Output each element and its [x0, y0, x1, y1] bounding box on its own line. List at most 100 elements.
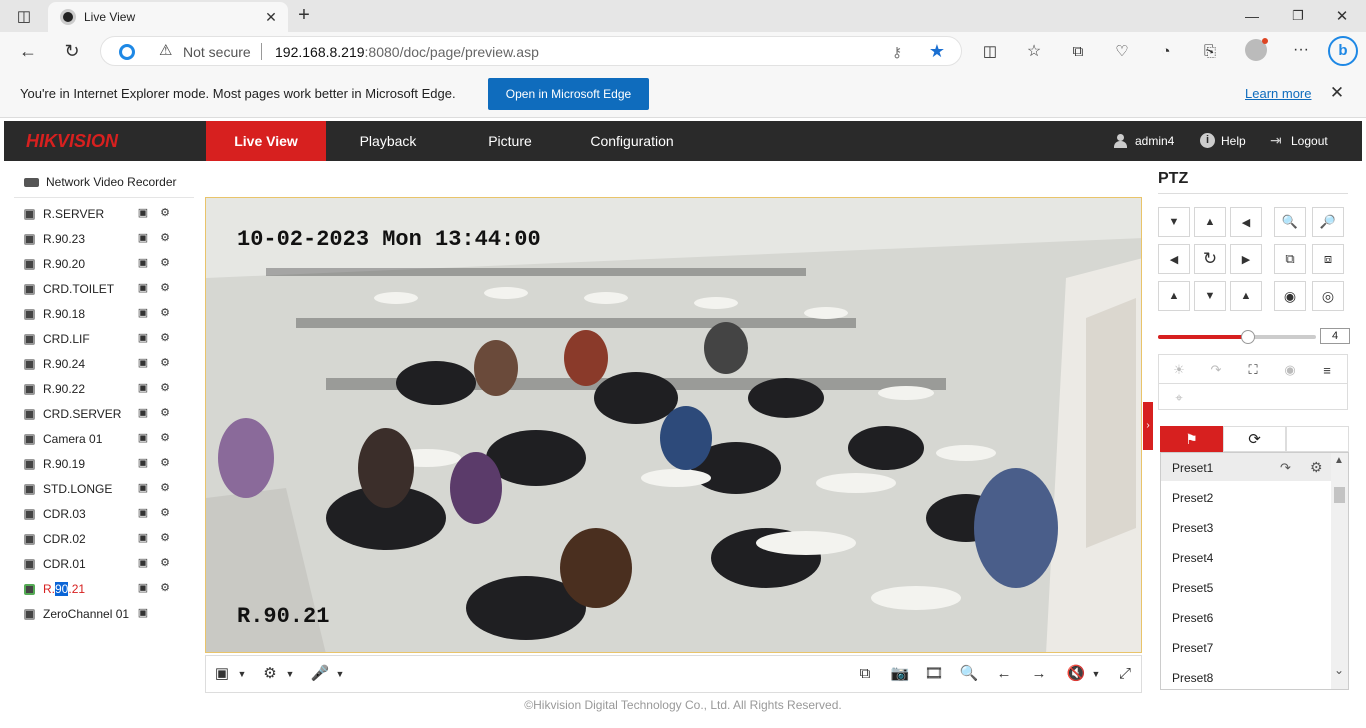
more-menu-icon[interactable]: ··· — [1290, 40, 1312, 60]
camera-item[interactable]: CDR.01 ▣ ⚙ — [24, 554, 170, 574]
preset-item[interactable]: Preset6 — [1172, 611, 1213, 625]
record-icon[interactable]: ▣ — [136, 506, 150, 520]
record-icon[interactable]: ▣ — [136, 431, 150, 445]
restore-icon[interactable]: ❐ — [1286, 6, 1310, 26]
camera-item[interactable]: R.90.18 ▣ ⚙ — [24, 304, 170, 324]
camera-item[interactable]: R.SERVER ▣ ⚙ — [24, 204, 170, 224]
tab-pattern[interactable] — [1286, 426, 1349, 452]
browser-tab[interactable]: Live View ✕ — [48, 2, 288, 32]
browser-essentials-icon[interactable]: ♡ — [1112, 41, 1132, 61]
focus-far-icon[interactable]: ⧈ — [1312, 244, 1344, 274]
expand-ptz-handle[interactable]: › — [1143, 402, 1153, 450]
pan-up-button[interactable]: ▲ — [1194, 207, 1226, 237]
stream-settings-icon[interactable]: ⚙ — [158, 406, 172, 420]
ptz-speed-slider[interactable] — [1158, 330, 1316, 344]
camera-item[interactable]: Camera 01 ▣ ⚙ — [24, 429, 170, 449]
record-icon[interactable]: ▣ — [136, 331, 150, 345]
manual-tracking-icon[interactable]: ⌖ — [1170, 389, 1188, 407]
stream-settings-icon[interactable]: ⚙ — [158, 206, 172, 220]
learn-more-link[interactable]: Learn more — [1245, 86, 1311, 101]
share-icon[interactable]: ⎘ — [1200, 41, 1220, 61]
record-icon[interactable]: ▣ — [136, 306, 150, 320]
camera-item[interactable]: CRD.LIF ▣ ⚙ — [24, 329, 170, 349]
chevron-down-icon[interactable]: ▼ — [330, 664, 350, 684]
pan-up-right-button[interactable]: ◀ — [1230, 207, 1262, 237]
preset-item[interactable]: Preset1 — [1172, 461, 1213, 475]
camera-item[interactable]: R.90.22 ▣ ⚙ — [24, 379, 170, 399]
record-icon[interactable]: ▣ — [136, 206, 150, 220]
iris-close-icon[interactable]: ◎ — [1312, 281, 1344, 311]
url-field[interactable]: ⚠ Not secure 192.168.8.219:8080/doc/page… — [100, 36, 962, 66]
pan-down-right-button[interactable]: ▲ — [1230, 281, 1262, 311]
capture-icon[interactable]: 📷 — [890, 664, 910, 684]
nav-picture[interactable]: Picture — [450, 121, 570, 161]
help-icon[interactable]: i — [1200, 133, 1215, 148]
stream-settings-icon[interactable]: ⚙ — [158, 306, 172, 320]
focus-near-icon[interactable]: ⧉ — [1274, 244, 1306, 274]
logout-icon[interactable]: ⇥ — [1270, 132, 1282, 149]
minimize-icon[interactable]: — — [1240, 6, 1264, 26]
stream-settings-icon[interactable]: ⚙ — [158, 456, 172, 470]
record-icon[interactable]: ▣ — [136, 531, 150, 545]
camera-item[interactable]: R.90.20 ▣ ⚙ — [24, 254, 170, 274]
preset-item[interactable]: Preset3 — [1172, 521, 1213, 535]
camera-item[interactable]: CDR.03 ▣ ⚙ — [24, 504, 170, 524]
camera-item[interactable]: R.90.23 ▣ ⚙ — [24, 229, 170, 249]
previous-page-icon[interactable]: ← — [994, 664, 1014, 684]
tab-patrol[interactable]: ⟳ — [1223, 426, 1286, 452]
camera-item[interactable]: R.90.24 ▣ ⚙ — [24, 354, 170, 374]
preset-scrollbar[interactable]: ▲ ⌄ — [1331, 453, 1348, 689]
iris-open-icon[interactable]: ◉ — [1274, 281, 1306, 311]
microphone-icon[interactable]: 🎤 — [310, 664, 330, 684]
not-secure-label[interactable]: Not secure — [183, 44, 251, 60]
stop-all-preview-icon[interactable]: ⧉ — [855, 664, 875, 684]
scroll-down-icon[interactable]: ⌄ — [1334, 663, 1344, 677]
next-page-icon[interactable]: → — [1029, 664, 1049, 684]
reload-icon[interactable]: ↻ — [60, 40, 84, 62]
wiper-icon[interactable]: ↷ — [1207, 361, 1225, 379]
split-screen-icon[interactable]: ◫ — [980, 41, 1000, 61]
preset-settings-icon[interactable]: ⚙ — [1310, 459, 1323, 476]
bing-chat-icon[interactable]: b — [1328, 36, 1358, 66]
stream-settings-icon[interactable]: ⚙ — [158, 581, 172, 595]
window-layout-icon[interactable]: ▣ — [212, 664, 232, 684]
live-video-view[interactable]: 10-02-2023 Mon 13:44:00 R.90.21 — [205, 197, 1142, 653]
record-icon[interactable]: ▣ — [136, 581, 150, 595]
key-icon[interactable]: ⚷ — [887, 42, 907, 62]
light-icon[interactable]: ☀ — [1170, 361, 1188, 379]
record-icon[interactable]: ▣ — [136, 381, 150, 395]
preset-item[interactable]: Preset2 — [1172, 491, 1213, 505]
stream-settings-icon[interactable]: ⚙ — [158, 556, 172, 570]
stream-settings-icon[interactable]: ⚙ — [158, 331, 172, 345]
close-infobar-icon[interactable]: ✕ — [1327, 83, 1347, 103]
camera-item[interactable]: CRD.SERVER ▣ ⚙ — [24, 404, 170, 424]
stream-settings-icon[interactable]: ⚙ — [158, 381, 172, 395]
camera-item[interactable]: CRD.TOILET ▣ ⚙ — [24, 279, 170, 299]
open-in-edge-button[interactable]: Open in Microsoft Edge — [488, 78, 649, 110]
stream-settings-icon[interactable]: ⚙ — [158, 256, 172, 270]
favorite-star-icon[interactable]: ★ — [927, 41, 947, 61]
stream-settings-icon[interactable]: ⚙ — [158, 506, 172, 520]
menu-icon[interactable]: ≡ — [1318, 361, 1336, 379]
chevron-down-icon[interactable]: ▼ — [1086, 664, 1106, 684]
pan-down-left-button[interactable]: ▲ — [1158, 281, 1190, 311]
close-tab-icon[interactable]: ✕ — [262, 8, 280, 26]
stream-settings-icon[interactable]: ⚙ — [158, 231, 172, 245]
tab-preset[interactable]: ⚑ — [1160, 426, 1223, 452]
preset-item[interactable]: Preset4 — [1172, 551, 1213, 565]
digital-zoom-icon[interactable]: 🔍 — [959, 664, 979, 684]
record-icon[interactable]: ▣ — [136, 606, 150, 620]
stream-settings-icon[interactable]: ⚙ — [158, 431, 172, 445]
nav-playback[interactable]: Playback — [328, 121, 448, 161]
lens-init-icon[interactable]: ◉ — [1281, 361, 1299, 379]
preset-item[interactable]: Preset5 — [1172, 581, 1213, 595]
stream-settings-icon[interactable]: ⚙ — [158, 356, 172, 370]
ie-mode-icon[interactable] — [119, 44, 135, 60]
stream-settings-icon[interactable]: ⚙ — [158, 281, 172, 295]
auto-pan-button[interactable]: ↻ — [1194, 244, 1226, 274]
record-icon[interactable]: ▣ — [136, 356, 150, 370]
preset-item[interactable]: Preset7 — [1172, 641, 1213, 655]
back-icon[interactable]: ← — [16, 40, 40, 62]
preset-item[interactable]: Preset8 — [1172, 671, 1213, 685]
ptz-speed-value[interactable]: 4 — [1320, 328, 1350, 344]
